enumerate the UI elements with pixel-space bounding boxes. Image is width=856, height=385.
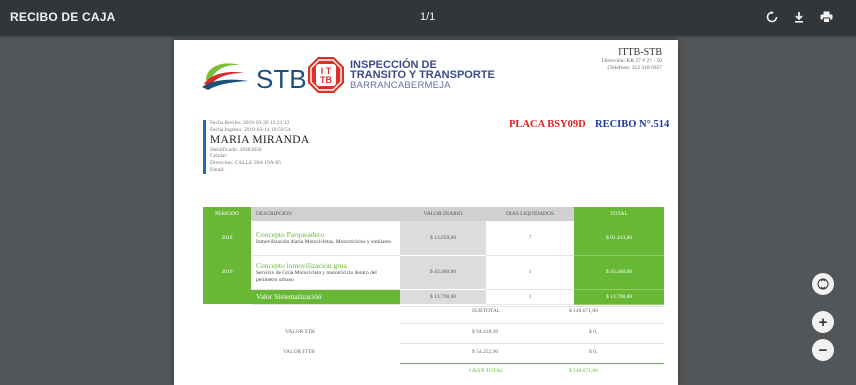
table-header-row: PERIODO DESCRIPCION VALOR DIARIO DIAS LI… xyxy=(203,207,664,221)
cell-detalle: Servicio de Grúa Motocicleta y mototrici… xyxy=(256,270,377,283)
gran-total-label: GRAN TOTAL xyxy=(469,368,504,374)
cell-concepto: Valor Sistematización xyxy=(256,292,322,301)
placa-label: PLACA BSY09D xyxy=(509,119,586,130)
svg-text:TB: TB xyxy=(320,75,332,85)
header-valor-diario: VALOR DIARIO xyxy=(400,207,486,221)
stb-logo-text: STB xyxy=(256,64,307,94)
header-dias: DIAS LIQUIDADOS xyxy=(486,207,574,221)
client-phone: Celular: xyxy=(210,153,228,160)
cell-descripcion: Valor Sistematización xyxy=(251,289,400,305)
cell-total: $ 91.413,00 xyxy=(574,221,664,256)
client-id: Identificado: 28483856 xyxy=(210,146,262,153)
print-icon[interactable] xyxy=(817,8,835,26)
table-row: 2019 Concepto Parqueadero Inmovilización… xyxy=(203,221,664,256)
zoom-out-icon[interactable]: − xyxy=(812,339,834,361)
gran-total-value: $ 148.671,00 xyxy=(569,368,598,374)
cell-periodo: 2019 xyxy=(203,255,251,289)
ittb-line-3: BARRANCABERMEJA xyxy=(350,80,451,91)
table-row: Valor Sistematización $ 13.798,00 1 $ 13… xyxy=(203,289,664,305)
cell-dias: 1 xyxy=(486,289,574,305)
fit-page-icon[interactable] xyxy=(812,273,834,295)
cell-concepto: Concepto inmovilizacion grua xyxy=(256,261,347,270)
items-table: PERIODO DESCRIPCION VALOR DIARIO DIAS LI… xyxy=(203,207,664,305)
header-total: TOTAL xyxy=(574,207,664,221)
valor-ittb-value: $ 0, xyxy=(589,349,598,355)
client-email: Email: xyxy=(210,166,225,173)
client-address: Direccion: CALLE 58A 19A-05 xyxy=(210,160,282,167)
gran-total-divider xyxy=(400,363,664,364)
valor-stb-mid: $ 94.418,10 xyxy=(472,329,499,335)
stb-swoosh-icon xyxy=(202,63,248,90)
ittb-logo-text: INSPECCIÓN DE TRANSITO Y TRANSPORTE BARR… xyxy=(350,60,495,91)
cell-valor: $ 13.059,00 xyxy=(400,221,486,256)
company-name: ITTB-STB xyxy=(618,47,662,58)
header-periodo: PERIODO xyxy=(203,207,251,221)
ittb-logo: I T TB xyxy=(307,56,345,99)
subtotal-value: $ 148.671,00 xyxy=(569,308,598,314)
table-row: 2019 Concepto inmovilizacion grua Servic… xyxy=(203,255,664,290)
cell-dias: 1 xyxy=(486,255,574,290)
company-info: ITTB-STB Dirección: KR 27 # 27 - 50 (Tel… xyxy=(601,47,662,72)
cell-descripcion: Concepto inmovilizacion grua Servicio de… xyxy=(251,255,400,290)
summary-divider xyxy=(400,343,664,344)
rotate-icon[interactable] xyxy=(763,8,781,26)
download-icon[interactable] xyxy=(790,8,808,26)
company-address: Dirección: KR 27 # 27 - 50 xyxy=(601,58,662,64)
document-title: RECIBO DE CAJA xyxy=(10,10,116,24)
cell-total: $ 13.798,00 xyxy=(574,289,664,305)
cell-periodo: 2019 xyxy=(203,221,251,255)
ittb-line-2: TRANSITO Y TRANSPORTE xyxy=(350,69,495,81)
cell-periodo xyxy=(203,289,251,304)
client-name: MARIA MIRANDA xyxy=(210,133,310,146)
ittb-octagon-icon: I T TB xyxy=(308,57,344,93)
document-page: STB I T TB INSPECCIÓN DE TRANSITO Y TRAN… xyxy=(174,40,678,385)
summary-divider xyxy=(400,323,664,324)
zoom-in-icon[interactable]: + xyxy=(812,311,834,333)
valor-stb-label: VALOR STB xyxy=(285,329,315,335)
cell-detalle: Inmovilización diaria Motocicletas, Moto… xyxy=(256,239,392,245)
cell-descripcion: Concepto Parqueadero Inmovilización diar… xyxy=(251,221,400,256)
fecha-ingreso: Fecha Ingreso: 2019-03-14 10:59:54 xyxy=(210,126,291,133)
cell-total: $ 43.460,00 xyxy=(574,255,664,290)
valor-ittb-label: VALOR ITTB xyxy=(283,349,315,355)
cell-concepto: Concepto Parqueadero xyxy=(256,230,325,239)
page-indicator: 1/1 xyxy=(420,11,436,23)
cell-dias: 7 xyxy=(486,221,574,256)
receipt-number: RECIBO N°.514 xyxy=(595,119,670,130)
valor-ittb-mid: $ 54.252,90 xyxy=(472,349,499,355)
company-phone: (Telefono: 312 318 6927 xyxy=(607,65,662,71)
cell-valor: $ 13.798,00 xyxy=(400,289,486,305)
header-descripcion: DESCRIPCION xyxy=(251,207,400,221)
stb-logo xyxy=(200,56,254,95)
cell-valor: $ 43.460,00 xyxy=(400,255,486,290)
fecha-recibo: Fecha Recibo: 2019-03-20 11:21:13 xyxy=(210,120,290,126)
client-info: Fecha Recibo: 2019-03-20 11:21:13 Fecha … xyxy=(203,120,309,174)
subtotal-label: SUBTOTAL xyxy=(472,308,501,314)
viewer-toolbar: RECIBO DE CAJA 1/1 xyxy=(0,0,856,35)
valor-stb-value: $ 0, xyxy=(589,329,598,335)
summary-divider xyxy=(400,306,664,307)
